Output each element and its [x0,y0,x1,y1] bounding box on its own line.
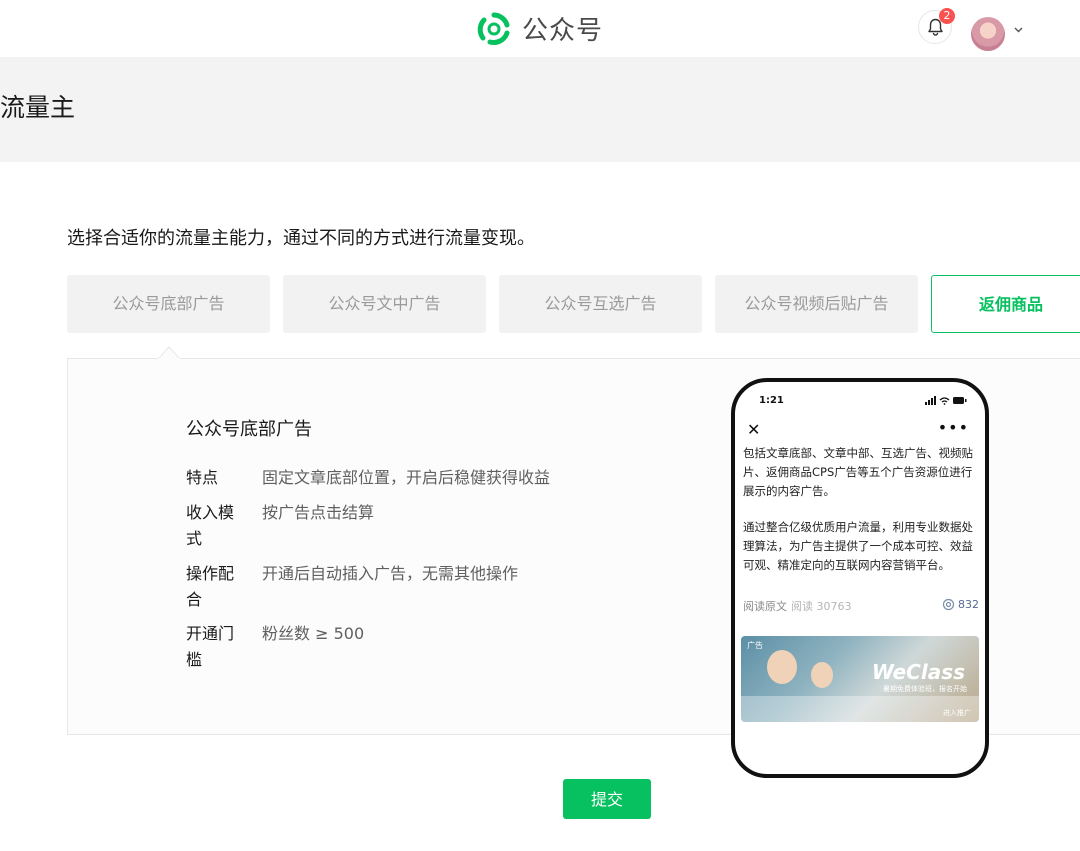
avatar[interactable] [971,17,1005,51]
ad-cta[interactable]: 进入推广 [943,708,971,718]
income-mode-value: 按广告点击结算 [262,503,375,522]
tab-mutual-select-ad[interactable]: 公众号互选广告 [499,275,702,333]
threshold-label: 开通门槛 [186,624,235,669]
submit-button[interactable]: 提交 [563,779,651,819]
panel-pointer [158,346,180,359]
like-icon[interactable] [942,598,955,611]
phone-paragraph-2: 通过整合亿级优质用户流量，利用专业数据处理算法，为广告主提供了一个成本可控、效益… [743,520,973,572]
read-original-link[interactable]: 阅读原文 [743,598,787,614]
close-icon[interactable]: ✕ [747,420,760,439]
intro-text: 选择合适你的流量主能力，通过不同的方式进行流量变现。 [67,228,535,249]
page-title: 流量主 [0,93,76,122]
chevron-down-icon[interactable] [1014,27,1023,33]
feature-label: 特点 [186,468,219,487]
income-mode-label: 收入模式 [186,503,235,548]
ad-brand: WeClass [871,660,965,684]
detail-title: 公众号底部广告 [186,419,312,440]
more-icon[interactable]: ••• [938,418,969,437]
feature-value: 固定文章底部位置，开启后稳健获得收益 [262,468,551,487]
ad-image-figure [767,650,797,684]
ad-tag: 广告 [747,641,763,650]
ad-image-figure [811,662,833,688]
brand-name: 公众号 [522,16,604,46]
phone-time: 1:21 [759,395,784,406]
wechat-official-account-logo-icon [477,12,510,45]
phone-preview: 1:21 ✕ ••• 包括文章底部、文章中部、互选广告、视频贴片、返佣商品CPS… [731,378,989,778]
ad-subtitle: 暑期免费体验班，报名开始 [883,685,967,693]
phone-paragraph-1: 包括文章底部、文章中部、互选广告、视频贴片、返佣商品CPS广告等五个广告资源位进… [743,446,973,498]
tab-video-post-ad[interactable]: 公众号视频后贴广告 [715,275,918,333]
status-bar-icons [925,396,967,405]
ad-banner[interactable]: 广告 WeClass 暑期免费体验班，报名开始 进入推广 [741,636,979,722]
tab-commission-goods[interactable]: 返佣商品 [931,275,1080,333]
operation-value: 开通后自动插入广告，无需其他操作 [262,564,519,583]
brand[interactable]: 公众号 [476,10,603,47]
operation-label: 操作配合 [186,564,235,609]
notification-count-badge: 2 [939,8,955,24]
tab-bottom-ad[interactable]: 公众号底部广告 [67,275,270,333]
read-count: 阅读 30763 [791,600,852,613]
threshold-value: 粉丝数 ≥ 500 [262,624,365,643]
tab-in-article-ad[interactable]: 公众号文中广告 [283,275,486,333]
title-band: 流量主 [0,57,1080,162]
like-count: 832 [958,598,979,611]
top-bar: 公众号 2 [0,0,1080,57]
